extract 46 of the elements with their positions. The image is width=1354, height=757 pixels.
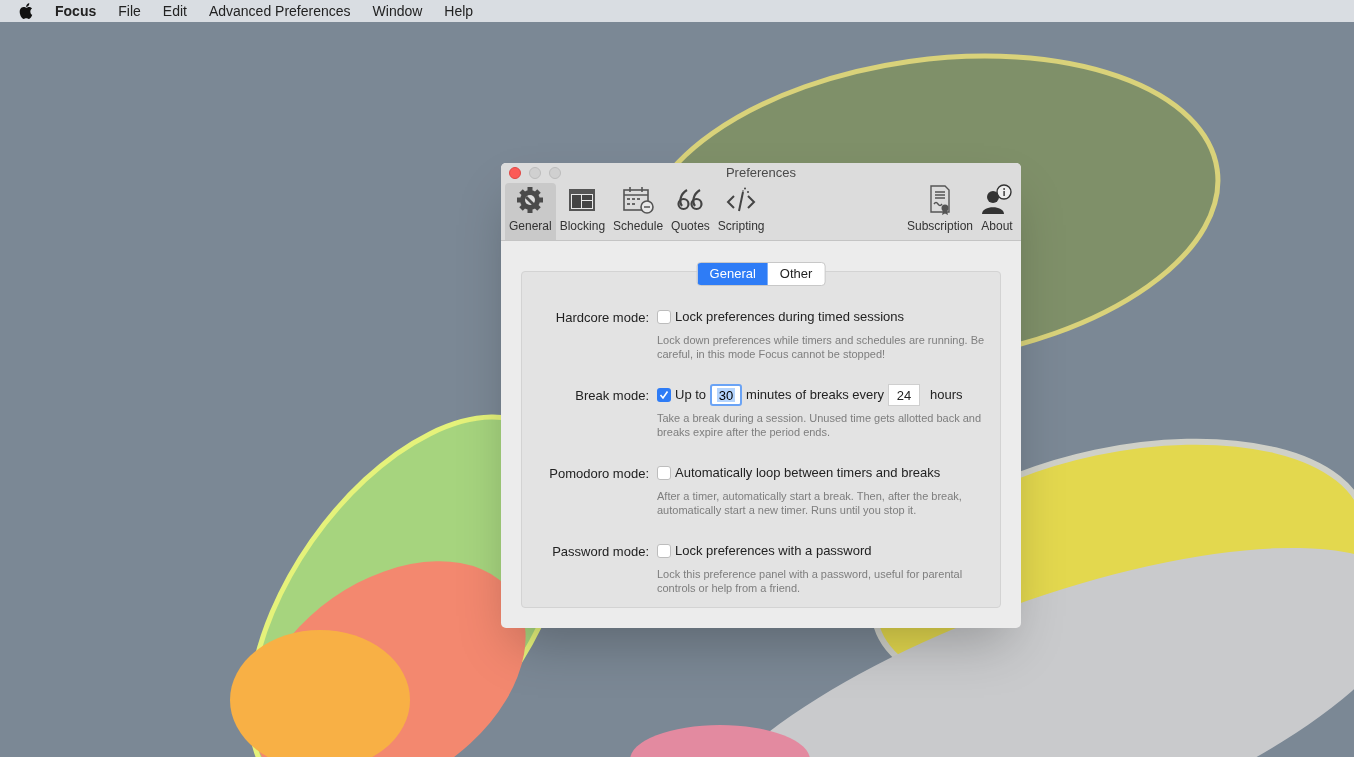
setting-description: Lock down preferences while timers and schedules are running. Be careful, in this mode Focus cannot be stopped! (657, 333, 986, 361)
checkbox[interactable] (657, 388, 671, 402)
code-brackets-icon (725, 187, 758, 213)
apple-logo-icon[interactable] (19, 3, 33, 19)
toolbar-tab[interactable]: Blocking (555, 183, 610, 240)
checkbox[interactable] (657, 310, 671, 324)
toolbar-tab[interactable]: About (977, 183, 1017, 240)
option-text: minutes of breaks every (746, 386, 885, 405)
option-text: hours (930, 386, 963, 405)
toolbar-tab[interactable]: Quotes (667, 183, 714, 240)
menu-item[interactable]: Focus (55, 0, 97, 22)
setting-label: Break mode: (574, 387, 650, 405)
toolbar-tab[interactable]: General (505, 183, 556, 240)
menu-item[interactable]: Edit (162, 0, 187, 22)
menu-item[interactable]: Help (444, 0, 474, 22)
checkbox[interactable] (657, 466, 671, 480)
certificate-icon (927, 184, 952, 216)
segment-tab[interactable]: Other (767, 263, 825, 285)
menu-item[interactable]: Window (372, 0, 423, 22)
number-field[interactable]: 24 (888, 384, 921, 406)
quote-marks-icon (676, 188, 705, 212)
setting-label: Password mode: (551, 543, 650, 561)
menu-item[interactable]: File (118, 0, 141, 22)
segment-tab[interactable]: General (697, 263, 768, 285)
person-info-icon (981, 184, 1013, 216)
setting-description: After a timer, automatically start a break. Then, after the break, automatically start a new timer. Runs until you stop it. (657, 489, 963, 517)
toolbar-tab[interactable]: Scripting (713, 183, 769, 240)
setting-label: Hardcore mode: (554, 309, 650, 327)
number-field[interactable]: 30 (710, 384, 743, 406)
setting-label: Pomodoro mode: (548, 465, 650, 483)
menu-item[interactable]: Advanced Preferences (208, 0, 351, 22)
zoom-button[interactable] (549, 167, 561, 179)
checkbox[interactable] (657, 544, 671, 558)
calendar-clock-icon (622, 186, 655, 214)
option-text: Up to (675, 386, 707, 405)
checkbox-label: Automatically loop between timers and breaks (675, 464, 941, 483)
setting-description: Lock this preference panel with a password, useful for parental controls or help from a friend. (657, 567, 964, 595)
close-button[interactable] (509, 167, 521, 179)
window-title: Preferences (725, 164, 797, 183)
setting-description: Take a break during a session. Unused time gets allotted back and breaks expire after the period ends. (657, 411, 983, 439)
toolbar-tab[interactable]: Subscription (902, 183, 977, 240)
layout-window-icon (567, 187, 598, 213)
checkbox-label: Lock preferences with a password (675, 542, 872, 561)
toolbar-tab[interactable]: Schedule (609, 183, 668, 240)
checkbox-label: Lock preferences during timed sessions (675, 308, 905, 327)
minimize-button[interactable] (529, 167, 541, 179)
